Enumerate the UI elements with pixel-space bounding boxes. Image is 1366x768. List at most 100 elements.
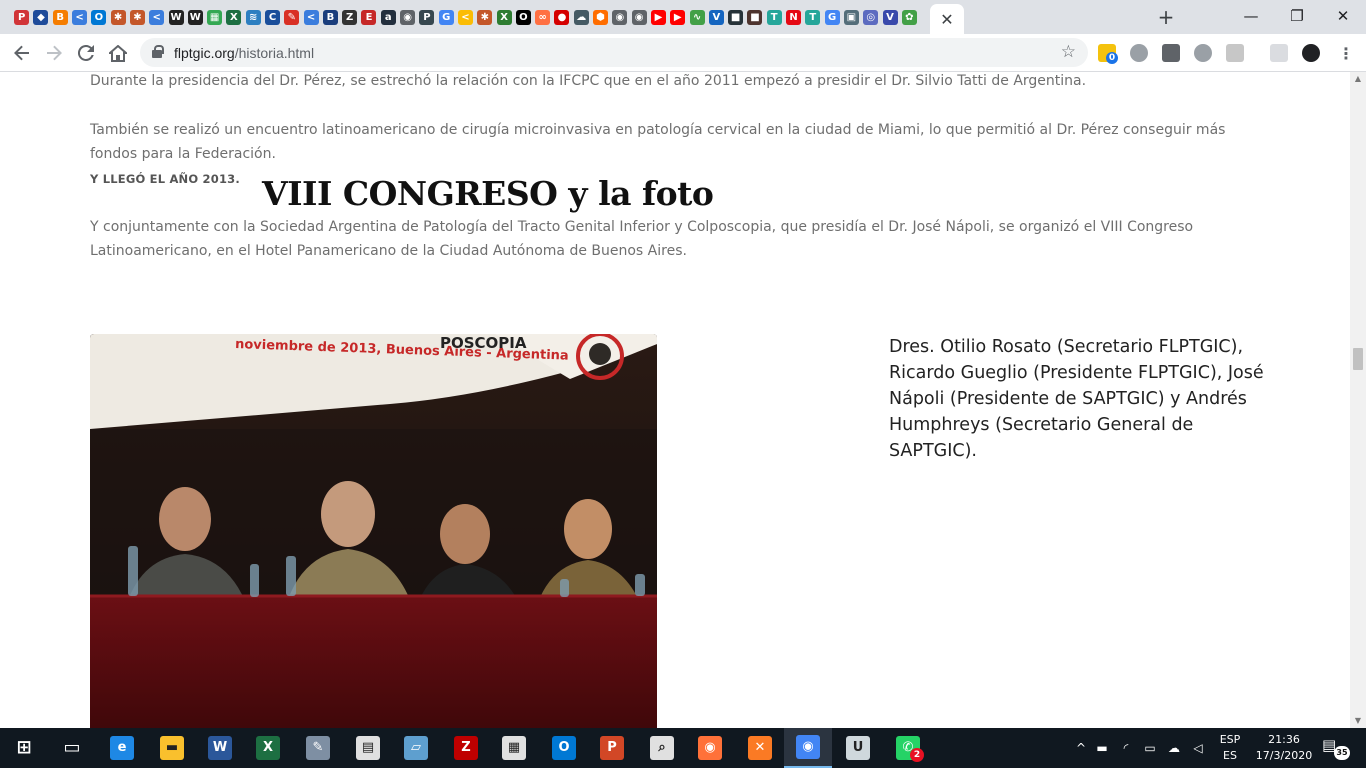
profile-avatar-icon[interactable] [1302, 44, 1320, 62]
wifi-icon[interactable]: ◜ [1114, 741, 1138, 755]
tab-code-icon[interactable]: < [456, 5, 475, 29]
tab-image-icon[interactable]: ▣ [842, 5, 861, 29]
notification-center[interactable]: ▤ 35 [1322, 736, 1350, 760]
tab-link-icon[interactable]: ∞ [533, 5, 552, 29]
tab-youtube-icon[interactable]: ▶ [649, 5, 668, 29]
tab-grid-icon[interactable]: ▦ [205, 5, 224, 29]
tab-code-icon[interactable]: < [147, 5, 166, 29]
back-button[interactable] [8, 39, 36, 67]
tab-p-icon[interactable]: P [417, 5, 436, 29]
taskbar-filezilla-button[interactable]: Z [442, 728, 490, 768]
tab-dark-icon[interactable]: ■ [745, 5, 764, 29]
tab-code-icon[interactable]: < [70, 5, 89, 29]
tab-shield-icon[interactable]: ◆ [31, 5, 50, 29]
tab-globe-icon[interactable]: ◉ [398, 5, 417, 29]
tab-circle-icon[interactable]: O [514, 5, 533, 29]
help-extension-icon[interactable] [1162, 44, 1180, 62]
tab-web-icon[interactable]: ≋ [244, 5, 263, 29]
taskbar-store-button[interactable]: ▤ [344, 728, 392, 768]
tab-globe-icon[interactable]: ◉ [630, 5, 649, 29]
tab-excel-icon[interactable]: X [224, 5, 243, 29]
skype-extension-icon[interactable] [1130, 44, 1148, 62]
tab-circle-icon[interactable]: Z [340, 5, 359, 29]
scroll-down-arrow-icon[interactable]: ▼ [1350, 714, 1366, 728]
taskbar-chrome-button[interactable]: ◉ [784, 728, 832, 768]
taskbar-task-view-button[interactable]: ▭ [48, 728, 96, 768]
taskbar-calculator-button[interactable]: ▦ [490, 728, 538, 768]
taskbar-word-button[interactable]: W [196, 728, 244, 768]
tab-b-icon[interactable]: B [321, 5, 340, 29]
forward-button[interactable] [40, 39, 68, 67]
tab-e-icon[interactable]: E [359, 5, 378, 29]
tab-amazon-icon[interactable]: a [379, 5, 398, 29]
drive-icon[interactable]: ▬ [1090, 741, 1114, 755]
battery-icon[interactable]: ▭ [1138, 741, 1162, 755]
new-tab-button[interactable]: + [1154, 5, 1178, 29]
taskbar-windows-start-button[interactable]: ⊞ [0, 728, 48, 768]
url-text[interactable]: flptgic.org/historia.html [174, 45, 314, 61]
clock[interactable]: 21:36 17/3/2020 [1252, 732, 1316, 764]
taskbar-powerpoint-button[interactable]: P [588, 728, 636, 768]
taskbar-file-explorer-button[interactable]: ▬ [148, 728, 196, 768]
tab-bug-icon[interactable]: ✱ [128, 5, 147, 29]
home-button[interactable] [104, 39, 132, 67]
language-indicator[interactable]: ESP ES [1214, 732, 1246, 764]
tab-circle-icon[interactable]: C [263, 5, 282, 29]
restore-button[interactable]: ❐ [1274, 0, 1320, 32]
bookmark-star-icon[interactable]: ☆ [1061, 42, 1076, 62]
tab-cloud-icon[interactable]: ☁ [572, 5, 591, 29]
tab-netflix-icon[interactable]: N [784, 5, 803, 29]
scroll-up-arrow-icon[interactable]: ▲ [1350, 72, 1366, 86]
tab-leaf-icon[interactable]: ✿ [900, 5, 919, 29]
scroll-thumb[interactable] [1353, 348, 1363, 370]
close-window-button[interactable]: ✕ [1320, 0, 1366, 32]
tab-code-icon[interactable]: < [301, 5, 320, 29]
taskbar-edge-button[interactable]: e [98, 728, 146, 768]
taskbar-outlook-button[interactable]: O [540, 728, 588, 768]
tab-pocket-icon[interactable]: P [12, 5, 31, 29]
taskbar-whatsapp-button[interactable]: ✆ 2 [884, 728, 932, 768]
translate-extension-icon[interactable] [1226, 44, 1244, 62]
circle-extension-icon[interactable] [1194, 44, 1212, 62]
taskbar-xampp-button[interactable]: ✕ [736, 728, 784, 768]
menu-button[interactable]: ⋮ [1332, 39, 1360, 67]
tab-doc-icon[interactable]: W [166, 5, 185, 29]
page-scrollbar[interactable]: ▲ ▼ [1350, 72, 1366, 728]
onedrive-icon[interactable]: ☁ [1162, 741, 1186, 755]
tab-chrome-icon[interactable]: V [880, 5, 899, 29]
tab-hex-icon[interactable]: ⬢ [591, 5, 610, 29]
tab-globe-icon[interactable]: ◉ [610, 5, 629, 29]
tab-close-icon[interactable]: ✕ [940, 10, 953, 29]
taskbar-excel-button[interactable]: X [244, 728, 292, 768]
tab-bug-icon[interactable]: ✱ [475, 5, 494, 29]
reload-button[interactable] [72, 39, 100, 67]
tab-google-icon[interactable]: G [822, 5, 841, 29]
tab-google-icon[interactable]: G [437, 5, 456, 29]
address-bar[interactable]: flptgic.org/historia.html ☆ [140, 38, 1088, 67]
tab-active[interactable]: ✕ [930, 4, 964, 34]
tab-chart-icon[interactable]: ∿ [687, 5, 706, 29]
tab-pen-icon[interactable]: ✎ [282, 5, 301, 29]
taskbar-u-app-button[interactable]: U [834, 728, 882, 768]
taskbar-tablet-button[interactable]: ▱ [392, 728, 440, 768]
tab-x-icon[interactable]: X [494, 5, 513, 29]
tab-doc-icon[interactable]: W [186, 5, 205, 29]
tab-t-icon[interactable]: T [803, 5, 822, 29]
tab-badge-icon[interactable]: V [707, 5, 726, 29]
tab-pin-icon[interactable]: ● [552, 5, 571, 29]
tab-youtube-icon[interactable]: ▶ [668, 5, 687, 29]
folder-extension-icon[interactable]: 0 [1098, 44, 1118, 64]
taskbar-paint-button[interactable]: ✎ [294, 728, 342, 768]
list-extension-icon[interactable] [1270, 44, 1288, 62]
tab-eye-icon[interactable]: ◎ [861, 5, 880, 29]
minimize-button[interactable]: — [1228, 0, 1274, 32]
chevron-up-icon[interactable]: ^ [1072, 741, 1090, 755]
tab-bug-icon[interactable]: ✱ [108, 5, 127, 29]
tab-square-icon[interactable]: ■ [726, 5, 745, 29]
volume-icon[interactable]: ◁ [1186, 741, 1210, 755]
tab-outlook-icon[interactable]: O [89, 5, 108, 29]
taskbar-firefox-button[interactable]: ◉ [686, 728, 734, 768]
taskbar-magnifier-button[interactable]: ⌕ [638, 728, 686, 768]
tab-blogger-icon[interactable]: B [51, 5, 70, 29]
tab-t-icon[interactable]: T [765, 5, 784, 29]
